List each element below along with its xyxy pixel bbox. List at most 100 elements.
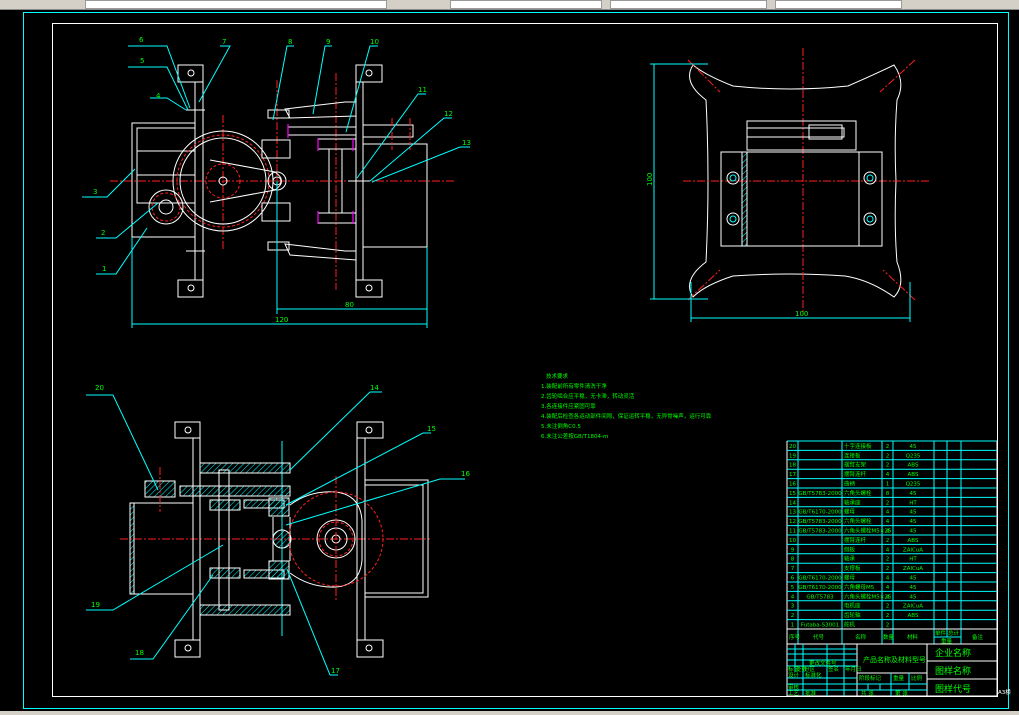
cell-code: GB/T5783-2000 xyxy=(798,519,842,525)
cell-qty: 2 xyxy=(886,566,890,572)
cell-material: 45 xyxy=(910,444,917,450)
table-row: 17 摆臂连杆 4 ABS xyxy=(787,470,997,480)
header-name: 名称 xyxy=(855,633,867,641)
header-no: 序号 xyxy=(789,633,801,641)
tb-label: 共 张 xyxy=(861,689,874,697)
table-row: 6 GB/T6170-2000 螺母 4 45 xyxy=(787,574,997,583)
cell-material: 45 xyxy=(910,519,917,525)
cell-no: 18 xyxy=(789,463,796,469)
balloon-label: 1 xyxy=(102,265,106,273)
tb-label: 重量 xyxy=(893,674,905,682)
tb-label: 设计 xyxy=(788,671,800,679)
cell-no: 5 xyxy=(791,585,795,591)
cell-no: 3 xyxy=(791,604,795,610)
drawing-name: 图样名称 xyxy=(935,665,971,677)
notes-title: 技术要求 xyxy=(546,372,569,380)
cell-no: 12 xyxy=(789,519,796,525)
header-remark: 备注 xyxy=(972,633,984,641)
cell-no: 14 xyxy=(789,500,796,506)
balloon-label: 20 xyxy=(95,384,104,392)
balloon-label: 11 xyxy=(418,86,427,94)
header-qty: 数量 xyxy=(883,633,895,641)
linkage-section xyxy=(199,462,291,474)
cell-qty: 2 xyxy=(886,613,890,619)
cell-material: 45 xyxy=(910,585,917,591)
mount-foot xyxy=(355,64,383,83)
mount-foot xyxy=(177,64,204,83)
cell-qty: 4 xyxy=(886,510,890,516)
drawing-code: 图样代号 xyxy=(935,683,971,695)
sheet-outer-border xyxy=(23,12,1009,709)
linkage-arm xyxy=(284,243,357,261)
header-single: 单件 xyxy=(935,629,947,637)
table-row: 20 十字连接板 2 45 xyxy=(787,442,997,451)
cell-name: 六角头螺栓M5×25 xyxy=(844,592,892,600)
tb-label: 更改文件号 xyxy=(809,659,837,667)
table-row: 15 GB/T5783-2000 六角头螺栓 8 45 xyxy=(787,489,997,498)
section-view: 20 14 15 16 19 18 17 xyxy=(86,384,470,676)
cell-no: 7 xyxy=(791,566,795,572)
table-row: 4 GB/T5783 六角头螺栓M5×254 45 xyxy=(787,592,997,602)
tb-label: 批准 xyxy=(805,689,817,697)
dimension-label: 80 xyxy=(345,301,354,309)
cell-code: GB/T5783-2000 xyxy=(798,491,842,497)
cell-no: 19 xyxy=(789,453,796,459)
cell-qty: 4 xyxy=(886,594,890,600)
balloon-label: 2 xyxy=(101,229,105,237)
table-row: 7 支撑板 2 ZAlCuA xyxy=(787,564,997,574)
cell-qty: 4 xyxy=(886,547,890,553)
cell-code: GB/T5783 xyxy=(806,594,834,600)
cell-name: 摆臂连杆 xyxy=(844,536,867,544)
table-row: 9 侧板 4 ZAlCuA xyxy=(787,545,997,555)
dimension-label: 120 xyxy=(275,316,288,324)
cell-name: 轴承座 xyxy=(844,498,861,506)
balloon-label: 16 xyxy=(461,470,470,478)
table-row: 16 曲柄 1 Q235 xyxy=(787,480,997,489)
cell-code: Futaba-S3001 xyxy=(801,623,839,629)
balloon-label: 5 xyxy=(140,57,144,65)
cell-no: 13 xyxy=(789,510,796,516)
balloon-label: 3 xyxy=(93,188,97,196)
cell-qty: 2 xyxy=(886,444,890,450)
cell-no: 1 xyxy=(791,623,795,629)
cell-qty: 4 xyxy=(886,519,890,525)
mount-foot xyxy=(177,279,204,298)
mount-foot xyxy=(355,279,383,298)
technical-notes: 技术要求 1.装配前所有零件清洗干净 2.齿轮啮合应平稳，无卡滞，转动灵活 3.… xyxy=(541,372,712,440)
cell-no: 4 xyxy=(791,594,795,600)
cell-no: 16 xyxy=(789,482,796,488)
tb-label: 标准化 xyxy=(805,671,822,679)
balloon-label: 13 xyxy=(462,139,471,147)
cell-no: 11 xyxy=(789,529,796,535)
tb-label: 第 张 xyxy=(895,689,908,697)
header-total: 总计 xyxy=(948,629,960,637)
mount-foot xyxy=(356,421,384,439)
cell-no: 10 xyxy=(789,538,796,544)
note-item: 1.装配前所有零件清洗干净 xyxy=(541,382,607,390)
cell-name: 支撑板 xyxy=(844,564,861,572)
drawing-canvas[interactable]: 6 5 4 7 8 9 10 11 12 13 3 2 1 80 120 100… xyxy=(0,0,1019,715)
cell-material: ZAlCuA xyxy=(903,566,923,572)
header-material: 材料 xyxy=(907,633,919,641)
parts-table: 20 十字连接板 2 4519 连接板 2 Q23518 摆臂支架 2 ABS17 摆臂连杆 4 ABS… xyxy=(786,440,998,630)
mount-foot xyxy=(356,639,384,658)
tb-label: 年月日 xyxy=(845,665,862,673)
cell-no: 20 xyxy=(789,444,796,450)
note-item: 2.齿轮啮合应平稳，无卡滞，转动灵活 xyxy=(541,392,635,400)
cell-code: GB/T6170-2000 xyxy=(798,585,842,591)
cell-qty: 8 xyxy=(886,491,890,497)
note-item: 3.各连接件应紧固可靠 xyxy=(541,402,596,410)
table-row: 12 GB/T5783-2000 六角头螺栓 4 45 xyxy=(787,517,997,527)
table-row: 10 摆臂连杆 2 ABS xyxy=(787,536,997,545)
cell-material: 45 xyxy=(910,491,917,497)
cell-name: 曲柄 xyxy=(844,480,856,488)
note-item: 6.未注公差按GB/T1804-m xyxy=(541,432,608,440)
dimension-label: 100 xyxy=(795,310,808,318)
linkage-section xyxy=(199,604,291,616)
pinion-gear xyxy=(148,189,184,225)
company-name: 企业名称 xyxy=(935,647,971,659)
servo-housing xyxy=(131,122,196,238)
cell-name: 六角头螺栓M5×25 xyxy=(844,527,892,535)
cell-name: 摆臂支架 xyxy=(844,461,867,469)
status-bar xyxy=(0,711,1019,715)
